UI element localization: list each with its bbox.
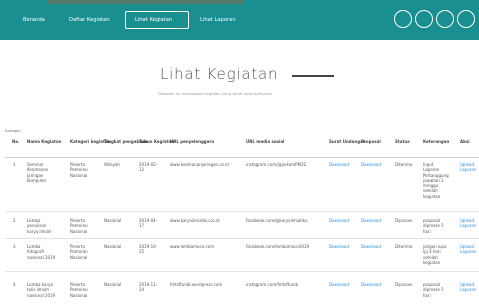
download-surat-link[interactable]: Download [329,244,349,249]
download-surat-link[interactable]: Download [329,218,349,223]
page-subtitle: Dibawah ini merupakan kegiatan yang tela… [158,91,273,96]
cell-nama: Lomba karya tulis ilmiah nasional 2019 [27,282,56,298]
col-header-keterangan: Keterangan [423,139,450,144]
row-divider [5,238,479,239]
download-proposal-link[interactable]: Download [361,162,381,167]
upload-laporan-link[interactable]: Upload Laporan [460,244,476,255]
cell-status: Diproses [395,218,413,223]
top-navbar: Beranda Daftar Kegiatan Lihat Kegiatan L… [0,0,479,40]
cell-url-penyelenggara: www.lombamoce.com [170,244,214,249]
nav-daftar-kegiatan[interactable]: Daftar Kegiatan [69,17,110,23]
col-header-no: No. [12,139,20,144]
cell-url-penyelenggara: www.keamananjaringan.co.id [170,162,229,167]
circle-icon[interactable] [457,10,475,28]
page-title: Lihat Kegiatan [160,65,279,83]
cell-tahun: 2019-02- 12 [139,162,158,173]
cell-nama: Lomba penulisan karya ilmiah [27,218,52,234]
col-header-nama: Nama Kegiatan [27,139,62,144]
cell-tingkat: Nasional [104,244,122,249]
nav-beranda[interactable]: Beranda [23,17,45,23]
title-divider [292,75,334,77]
table-group-label: Kategori [5,128,21,133]
nav-lihat-kegiatan[interactable]: Lihat Kegiatan [135,17,172,23]
cell-status: Diterima [395,162,413,167]
col-header-url-penyelenggara: URL penyelenggara [170,139,215,144]
download-surat-link[interactable]: Download [329,282,349,287]
upload-laporan-link[interactable]: Upload Laporan [460,218,476,229]
cell-tingkat: Nasional [104,282,122,287]
cell-tahun: 2019-10- 25 [139,244,158,255]
download-proposal-link[interactable]: Download [361,282,381,287]
cell-keterangan: jangan lupa lpj 4 hari setelah kegiatan [423,244,447,265]
upload-laporan-link[interactable]: Upload Laporan [460,162,476,173]
download-surat-link[interactable]: Download [329,162,349,167]
cell-keterangan: proposal diproses 5 hari [423,282,444,298]
col-header-tahun: Tahun Kegiatan [139,139,174,144]
upload-laporan-link[interactable]: Upload Laporan [460,282,476,293]
col-header-aksi: Aksi [460,139,470,144]
cell-no: 1 [13,162,16,167]
cell-url-sosial: instagram.com/@jarkomPM32 [246,162,307,167]
cell-status: Diterima [395,244,413,249]
cell-kategori: Peserta Pameran Nasional [70,218,88,234]
cell-url-penyelenggara: www.karyailmiahku.co.id [170,218,220,223]
cell-no: 4 [13,282,16,287]
row-divider [5,211,479,212]
col-header-proposal: Proposal [361,139,381,144]
col-header-url-sosial: URL media sosial [246,139,285,144]
cell-nama: Seminar Keamanan Jaringan Komputer [27,162,49,183]
cell-nama: Lomba fotografi nasional 2019 [27,244,56,260]
cell-tingkat: Nasional [104,218,122,223]
cell-no: 3 [13,244,16,249]
header-divider [5,157,479,158]
circle-icon[interactable] [415,10,433,28]
download-proposal-link[interactable]: Download [361,218,381,223]
cell-tingkat: Wilayah [104,162,120,167]
row-divider [5,271,479,272]
cell-tahun: 2019-11- 24 [139,282,158,293]
cell-no: 2 [13,218,16,223]
col-header-status: Status [395,139,410,144]
cell-url-sosial: facebook.com/lombamoce2019 [246,244,310,249]
nav-lihat-laporan[interactable]: Lihat Laporan [200,17,236,23]
cell-keterangan: proposal diproses 5 hari [423,218,444,234]
cell-kategori: Peserta Pameran Nasional [70,282,88,298]
circle-icon[interactable] [394,10,412,28]
navbar-top-strip [48,0,244,4]
download-proposal-link[interactable]: Download [361,244,381,249]
cell-status: Diproses [395,282,413,287]
cell-url-sosial: instagram.com/fmtsftunib [246,282,299,287]
cell-url-penyelenggara: fmtsftunib.wordpress.com [170,282,223,287]
cell-url-sosial: facebook.com/@karyailmiahku [246,218,308,223]
cell-keterangan: Input Laporan Pertanggung jawaban 2 ming… [423,162,449,199]
circle-icon[interactable] [436,10,454,28]
cell-kategori: Peserta Pameran Nasional [70,162,88,178]
cell-kategori: Peserta Pameran Nasional [70,244,88,260]
cell-tahun: 2019-04- 17 [139,218,158,229]
